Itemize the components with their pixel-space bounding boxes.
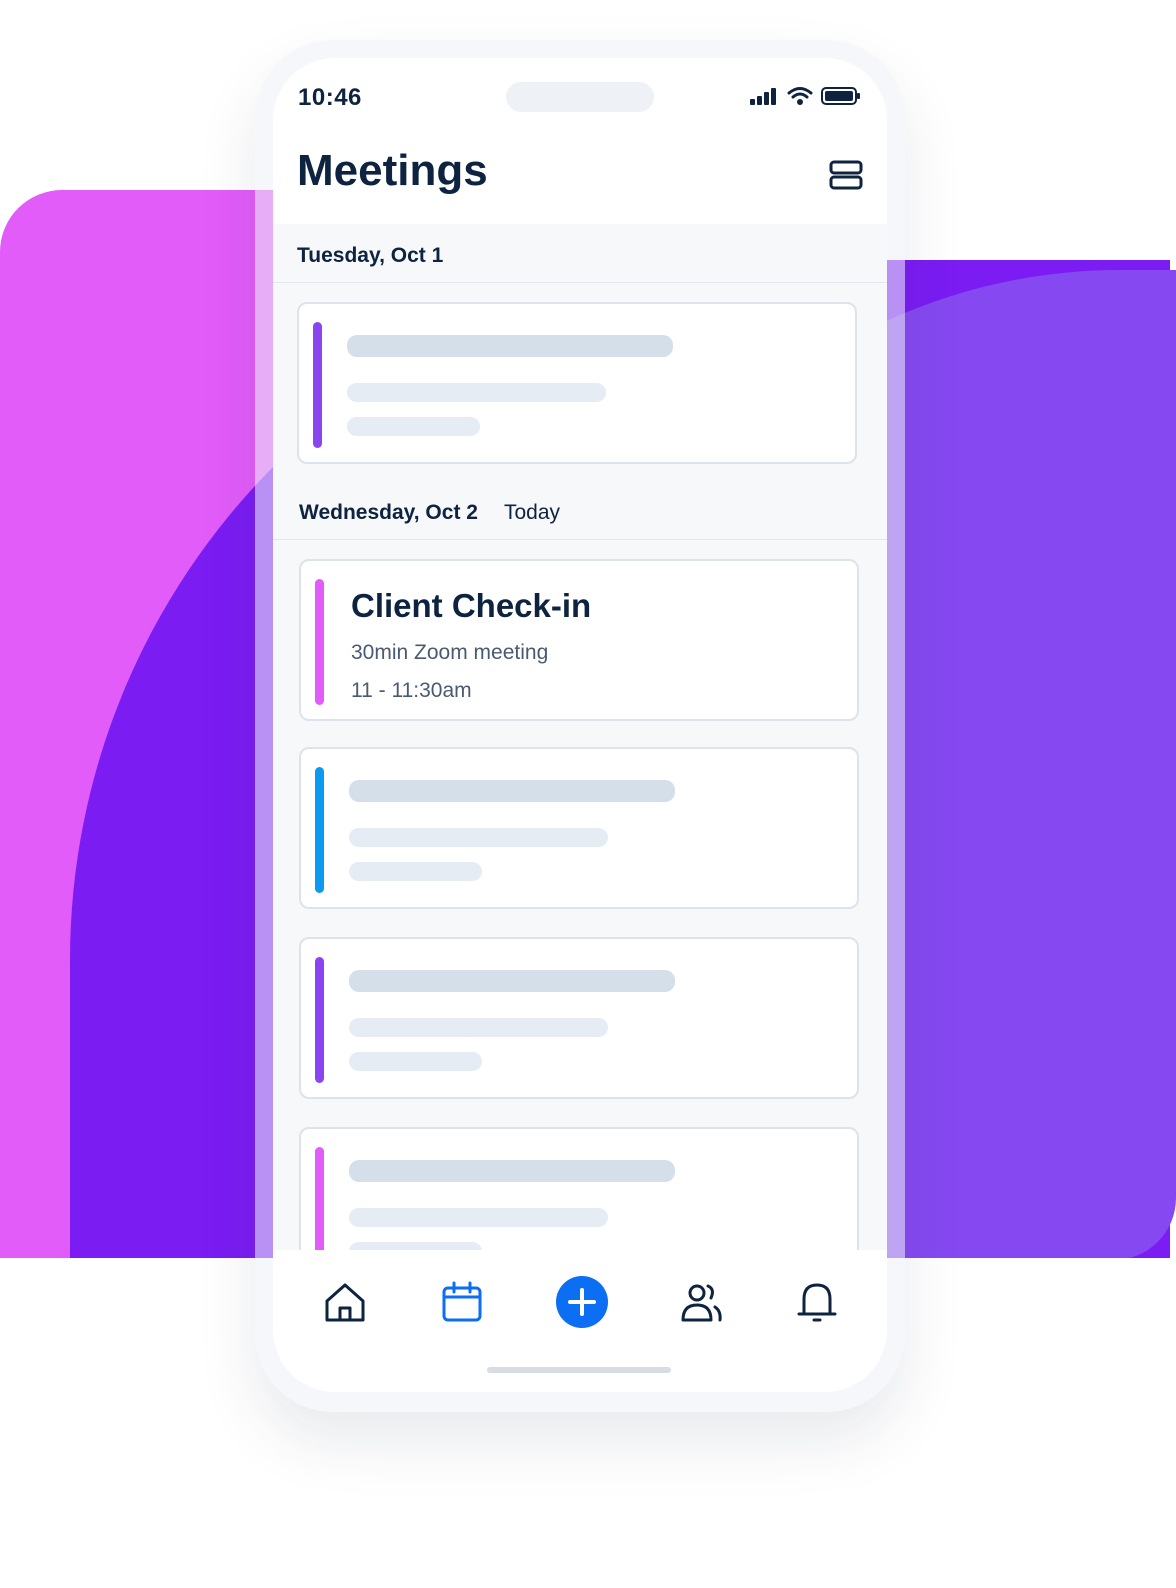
skeleton-line [349, 780, 675, 802]
app-header: Meetings [273, 138, 887, 225]
skeleton-line [349, 1018, 608, 1037]
dynamic-island [506, 82, 654, 112]
phone-screen: 10:46 Meetings Tuesday, Oct 1 Wednesday,… [273, 58, 887, 1392]
meeting-time: 11 - 11:30am [351, 679, 472, 702]
skeleton-line [347, 417, 480, 436]
section-header-tuesday: Tuesday, Oct 1 [273, 224, 887, 283]
skeleton-line [349, 862, 482, 881]
status-time: 10:46 [298, 84, 362, 111]
skeleton-line [349, 1052, 482, 1071]
meeting-color-bar [315, 957, 324, 1083]
section-date: Wednesday, Oct 2 [299, 501, 478, 524]
meeting-color-bar [315, 767, 324, 893]
signal-icon [749, 86, 779, 111]
skeleton-line [349, 970, 675, 992]
wifi-icon [787, 86, 813, 111]
meeting-subtitle: 30min Zoom meeting [351, 641, 549, 664]
meeting-card-loading[interactable] [297, 302, 857, 464]
section-date: Tuesday, Oct 1 [297, 244, 444, 267]
people-icon[interactable] [678, 1278, 726, 1326]
tab-bar [273, 1250, 887, 1392]
meeting-card-loading[interactable] [299, 747, 859, 909]
meeting-title: Client Check-in [351, 587, 592, 624]
skeleton-line [349, 1208, 608, 1227]
home-indicator[interactable] [487, 1367, 671, 1373]
meeting-color-bar [313, 322, 322, 448]
today-label: Today [504, 501, 561, 524]
battery-icon [821, 86, 861, 111]
plus-icon[interactable] [555, 1275, 609, 1329]
calendar-icon[interactable] [438, 1278, 486, 1326]
bell-icon[interactable] [793, 1278, 841, 1326]
page-title: Meetings [297, 146, 488, 195]
skeleton-line [349, 828, 608, 847]
skeleton-line [347, 335, 673, 357]
section-header-wednesday: Wednesday, Oct 2 Today [273, 481, 887, 540]
skeleton-line [347, 383, 606, 402]
skeleton-line [349, 1160, 675, 1182]
list-view-icon[interactable] [829, 160, 863, 195]
meeting-color-bar [315, 579, 324, 705]
status-bar: 10:46 [273, 58, 887, 138]
meeting-card-loading[interactable] [299, 937, 859, 1099]
status-icons [749, 86, 861, 111]
home-icon[interactable] [321, 1278, 369, 1326]
meeting-card-client-check-in[interactable]: Client Check-in 30min Zoom meeting 11 - … [299, 559, 859, 721]
